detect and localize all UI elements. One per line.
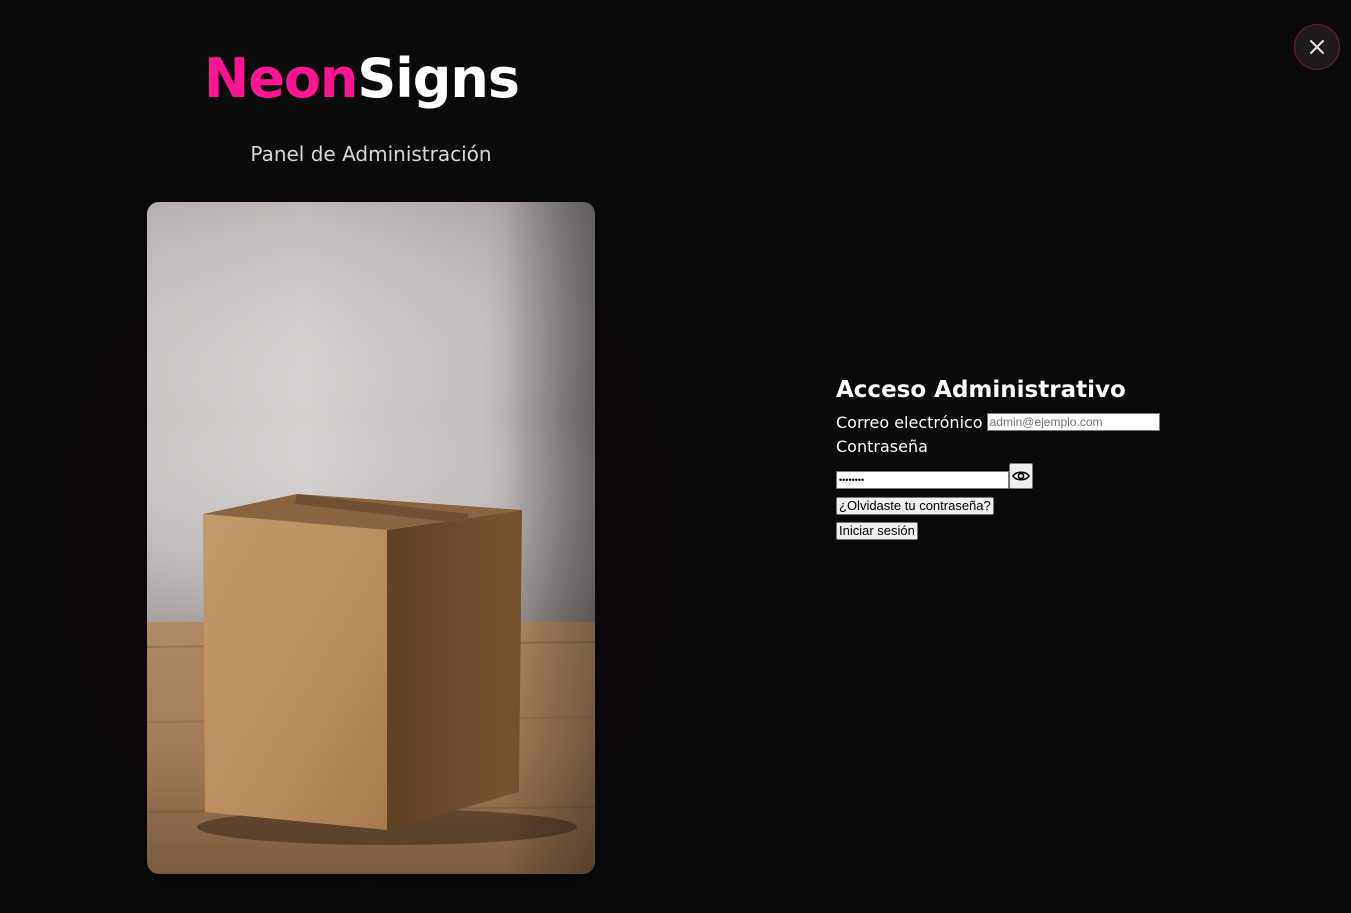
email-field[interactable] — [986, 413, 1160, 431]
cardboard-box-photo — [147, 202, 595, 874]
forgot-password-button[interactable]: ¿Olvidaste tu contraseña? — [836, 497, 994, 515]
brand-logo-signs: Signs — [357, 47, 520, 110]
email-label: Correo electrónico — [836, 412, 983, 432]
submit-row: Iniciar sesión — [836, 520, 1256, 540]
login-page: NeonSigns Panel de Administración Acceso… — [0, 0, 1351, 913]
email-row: Correo electrónico — [836, 411, 1256, 433]
brand-logo-neon: Neon — [204, 47, 358, 110]
eye-icon — [1012, 471, 1030, 481]
login-form: Acceso Administrativo Correo electrónico… — [836, 374, 1256, 540]
page-subtitle: Panel de Administración — [250, 142, 492, 166]
close-button[interactable] — [1294, 24, 1340, 70]
password-field[interactable] — [836, 471, 1009, 489]
login-button[interactable]: Iniciar sesión — [836, 522, 918, 540]
login-title: Acceso Administrativo — [836, 377, 1126, 403]
forgot-row: ¿Olvidaste tu contraseña? — [836, 495, 1256, 515]
password-row — [836, 463, 1256, 489]
toggle-password-button[interactable] — [1009, 463, 1033, 489]
close-icon — [1310, 40, 1324, 54]
brand-logo: NeonSigns — [204, 44, 544, 114]
password-label: Contraseña — [836, 437, 928, 456]
